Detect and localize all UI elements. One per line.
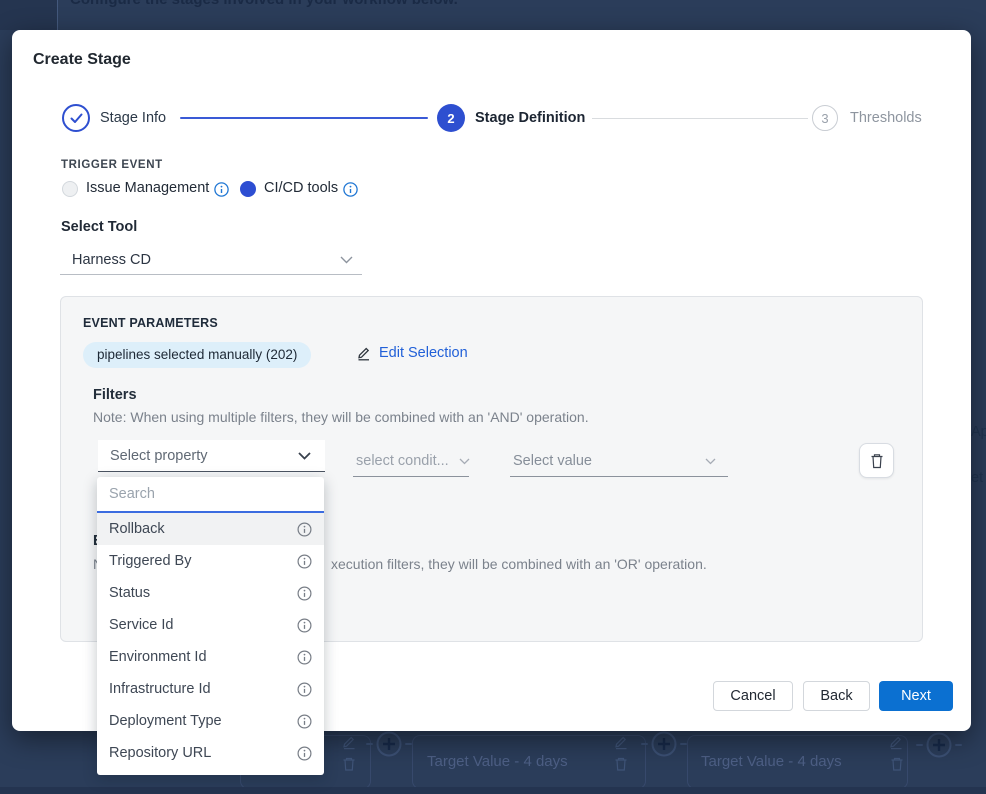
- dropdown-item-rollback[interactable]: Rollback: [97, 513, 324, 545]
- modal-title: Create Stage: [33, 51, 131, 69]
- info-icon[interactable]: [297, 746, 312, 761]
- value-select-underline: [510, 476, 728, 477]
- dropdown-item-environment-id[interactable]: Environment Id: [97, 641, 324, 673]
- edit-icon: [356, 345, 372, 361]
- add-stage-icon: [651, 731, 677, 757]
- dropdown-item-label: Status: [109, 585, 150, 601]
- check-icon: [70, 113, 83, 124]
- trigger-event-label: TRIGGER EVENT: [61, 159, 163, 171]
- tool-select-value[interactable]: Harness CD: [72, 252, 151, 268]
- radio-issue-management[interactable]: [62, 181, 78, 197]
- backdrop-card-label: Target Value - 4 days: [701, 753, 842, 770]
- step-number: 2: [447, 111, 454, 126]
- step-label-stage-info: Stage Info: [100, 110, 166, 126]
- chevron-down-icon[interactable]: [705, 458, 716, 465]
- next-button[interactable]: Next: [879, 681, 953, 711]
- dropdown-item-label: Service Id: [109, 617, 173, 633]
- dropdown-item-triggered-by[interactable]: Triggered By: [97, 545, 324, 577]
- connector-dash: [641, 743, 648, 745]
- backdrop-card-label: Target Value - 4 days: [427, 753, 568, 770]
- edit-selection-link[interactable]: Edit Selection: [356, 345, 468, 361]
- backdrop-footer-strip: [0, 787, 986, 794]
- edit-icon: [341, 734, 357, 750]
- dropdown-item-infrastructure-id[interactable]: Infrastructure Id: [97, 673, 324, 705]
- step-upcoming-indicator: 3: [812, 105, 838, 131]
- dropdown-item-deployment-type[interactable]: Deployment Type: [97, 705, 324, 737]
- filters-note: Note: When using multiple filters, they …: [93, 409, 589, 425]
- property-select[interactable]: Select property: [98, 440, 325, 472]
- condition-select[interactable]: select condit...: [356, 453, 449, 469]
- select-tool-label: Select Tool: [61, 219, 137, 235]
- step-complete-indicator: [62, 104, 90, 132]
- dropdown-item-repository-url[interactable]: Repository URL: [97, 737, 324, 769]
- execution-filters-note-fragment: xecution filters, they will be combined …: [331, 556, 707, 572]
- dropdown-item-label: Repository URL: [109, 745, 211, 761]
- info-icon[interactable]: [297, 554, 312, 569]
- cancel-button[interactable]: Cancel: [713, 681, 793, 711]
- dropdown-item-label: Rollback: [109, 521, 165, 537]
- step-label-thresholds: Thresholds: [850, 110, 922, 126]
- chevron-down-icon[interactable]: [340, 256, 353, 264]
- back-button[interactable]: Back: [803, 681, 870, 711]
- delete-filter-button[interactable]: [859, 443, 894, 478]
- backdrop-text-fragment: et: [971, 470, 983, 486]
- edit-icon: [613, 734, 629, 750]
- tool-select-underline: [60, 274, 362, 275]
- chevron-down-icon: [298, 452, 311, 460]
- backdrop-divider: [57, 0, 58, 30]
- connector-dash: [955, 744, 962, 746]
- event-parameters-heading: EVENT PARAMETERS: [83, 316, 218, 330]
- backdrop-left-panel: [0, 0, 57, 30]
- dropdown-item-label: Environment Id: [109, 649, 207, 665]
- info-icon[interactable]: [297, 522, 312, 537]
- edit-icon: [888, 734, 904, 750]
- trash-icon: [870, 453, 884, 469]
- connector-dash: [916, 744, 923, 746]
- edit-selection-label: Edit Selection: [379, 345, 468, 361]
- dropdown-item-label: Deployment Type: [109, 713, 222, 729]
- info-icon[interactable]: [297, 650, 312, 665]
- trash-icon: [341, 756, 357, 772]
- info-icon[interactable]: [214, 182, 229, 197]
- dropdown-item-label: Triggered By: [109, 553, 191, 569]
- dropdown-item-service-id[interactable]: Service Id: [97, 609, 324, 641]
- dropdown-item-label: Infrastructure Id: [109, 681, 211, 697]
- trash-icon: [889, 756, 905, 772]
- value-select[interactable]: Select value: [513, 453, 592, 469]
- step-active-indicator: 2: [437, 104, 465, 132]
- info-icon[interactable]: [297, 682, 312, 697]
- info-icon[interactable]: [297, 618, 312, 633]
- step-label-stage-definition: Stage Definition: [475, 110, 585, 126]
- dropdown-search-row: [97, 477, 324, 513]
- search-input[interactable]: [97, 486, 324, 502]
- connector-dash: [680, 743, 687, 745]
- add-stage-icon: [926, 732, 952, 758]
- pipelines-selected-chip: pipelines selected manually (202): [83, 342, 311, 368]
- dropdown-item-status[interactable]: Status: [97, 577, 324, 609]
- trash-icon: [613, 756, 629, 772]
- info-icon[interactable]: [343, 182, 358, 197]
- condition-select-underline: [353, 476, 469, 477]
- connector-dash: [405, 743, 412, 745]
- radio-issue-management-label[interactable]: Issue Management: [86, 180, 209, 196]
- step-number: 3: [821, 111, 828, 126]
- stepper-connector: [180, 117, 428, 119]
- property-dropdown-menu: Rollback Triggered By Status Service Id …: [97, 477, 324, 775]
- property-select-placeholder: Select property: [110, 448, 208, 464]
- backdrop-text-fragment: Ap: [971, 424, 986, 440]
- stepper-connector: [592, 118, 808, 119]
- radio-cicd-tools-label[interactable]: CI/CD tools: [264, 180, 338, 196]
- chevron-down-icon[interactable]: [459, 458, 470, 465]
- info-icon[interactable]: [297, 714, 312, 729]
- connector-dash: [366, 743, 373, 745]
- backdrop-subtitle: Configure the stages involved in your wo…: [70, 0, 458, 8]
- add-stage-icon: [376, 731, 402, 757]
- info-icon[interactable]: [297, 586, 312, 601]
- radio-cicd-tools[interactable]: [240, 181, 256, 197]
- filters-heading: Filters: [93, 387, 137, 403]
